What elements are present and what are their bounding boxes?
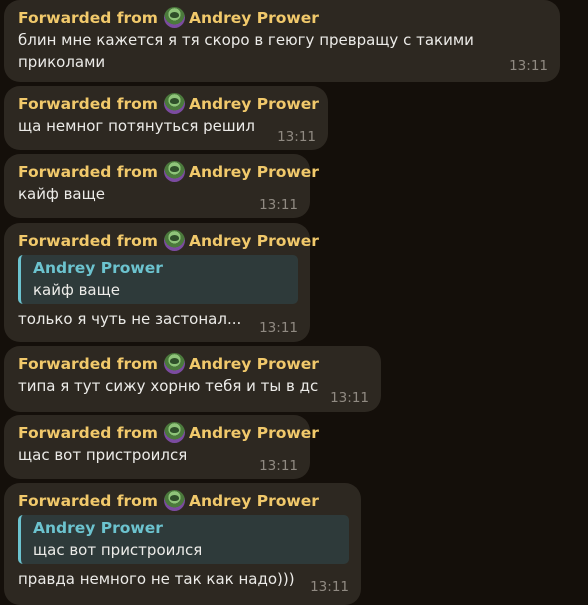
forward-label: Forwarded from bbox=[18, 423, 158, 442]
forward-label: Forwarded from bbox=[18, 354, 158, 373]
forward-author[interactable]: Andrey Prower bbox=[189, 9, 319, 27]
forward-label: Forwarded from bbox=[18, 162, 158, 181]
forward-author[interactable]: Andrey Prower bbox=[189, 232, 319, 250]
avatar-icon[interactable] bbox=[163, 353, 185, 374]
forward-author[interactable]: Andrey Prower bbox=[189, 355, 319, 373]
forward-label: Forwarded from bbox=[18, 491, 158, 510]
message-text: только я чуть не застонал... bbox=[18, 310, 242, 328]
message-time: 13:11 bbox=[330, 390, 369, 406]
quote-author: Andrey Prower bbox=[33, 259, 163, 277]
message-bubble[interactable]: Forwarded from Andrey Prower типа я тут … bbox=[4, 346, 381, 412]
forward-author[interactable]: Andrey Prower bbox=[189, 95, 319, 113]
message-text: кайф ваще bbox=[18, 185, 105, 203]
forward-header[interactable]: Forwarded from Andrey Prower bbox=[18, 160, 319, 183]
avatar-icon[interactable] bbox=[163, 490, 185, 511]
forward-author[interactable]: Andrey Prower bbox=[189, 424, 319, 442]
message-text: блин мне кажется я тя скоро в геюгу прев… bbox=[18, 31, 474, 71]
forward-header[interactable]: Forwarded from Andrey Prower bbox=[18, 489, 349, 512]
message-bubble[interactable]: Forwarded from Andrey Prower блин мне ка… bbox=[4, 0, 560, 82]
avatar-icon[interactable] bbox=[163, 422, 185, 443]
avatar-icon[interactable] bbox=[163, 230, 185, 251]
avatar-icon[interactable] bbox=[163, 7, 185, 28]
reply-quote[interactable]: Andrey Prower щас вот пристроился bbox=[18, 515, 349, 564]
quote-text: кайф ваще bbox=[33, 281, 120, 299]
message-bubble[interactable]: Forwarded from Andrey Prower ща немног п… bbox=[4, 86, 328, 150]
forward-header[interactable]: Forwarded from Andrey Prower bbox=[18, 92, 319, 115]
message-text: щас вот пристроился bbox=[18, 446, 188, 464]
quote-author: Andrey Prower bbox=[33, 519, 163, 537]
quote-text: щас вот пристроился bbox=[33, 541, 203, 559]
forward-header[interactable]: Forwarded from Andrey Prower bbox=[18, 352, 369, 375]
message-text: ща немног потянуться решил bbox=[18, 117, 255, 135]
forward-label: Forwarded from bbox=[18, 231, 158, 250]
forward-author[interactable]: Andrey Prower bbox=[189, 163, 319, 181]
message-bubble[interactable]: Forwarded from Andrey Prower Andrey Prow… bbox=[4, 483, 361, 605]
message-time: 13:11 bbox=[259, 197, 298, 213]
message-time: 13:11 bbox=[277, 129, 316, 145]
forward-author[interactable]: Andrey Prower bbox=[189, 492, 319, 510]
avatar-icon[interactable] bbox=[163, 93, 185, 114]
forward-header[interactable]: Forwarded from Andrey Prower bbox=[18, 421, 319, 444]
forward-header[interactable]: Forwarded from Andrey Prower bbox=[18, 6, 548, 29]
forward-label: Forwarded from bbox=[18, 8, 158, 27]
message-bubble[interactable]: Forwarded from Andrey Prower щас вот при… bbox=[4, 415, 319, 479]
message-time: 13:11 bbox=[259, 458, 298, 474]
message-time: 13:11 bbox=[509, 58, 548, 74]
message-text: правда немного не так как надо))) bbox=[18, 570, 295, 588]
reply-quote[interactable]: Andrey Prower кайф ваще bbox=[18, 255, 298, 304]
forward-label: Forwarded from bbox=[18, 94, 158, 113]
message-time: 13:11 bbox=[259, 320, 298, 336]
forward-header[interactable]: Forwarded from Andrey Prower bbox=[18, 229, 319, 252]
avatar-icon[interactable] bbox=[163, 161, 185, 182]
message-time: 13:11 bbox=[310, 579, 349, 595]
message-bubble[interactable]: Forwarded from Andrey Prower кайф ваще 1… bbox=[4, 154, 319, 218]
message-bubble[interactable]: Forwarded from Andrey Prower Andrey Prow… bbox=[4, 223, 319, 342]
message-text: типа я тут сижу хорню тебя и ты в дс bbox=[18, 377, 319, 395]
